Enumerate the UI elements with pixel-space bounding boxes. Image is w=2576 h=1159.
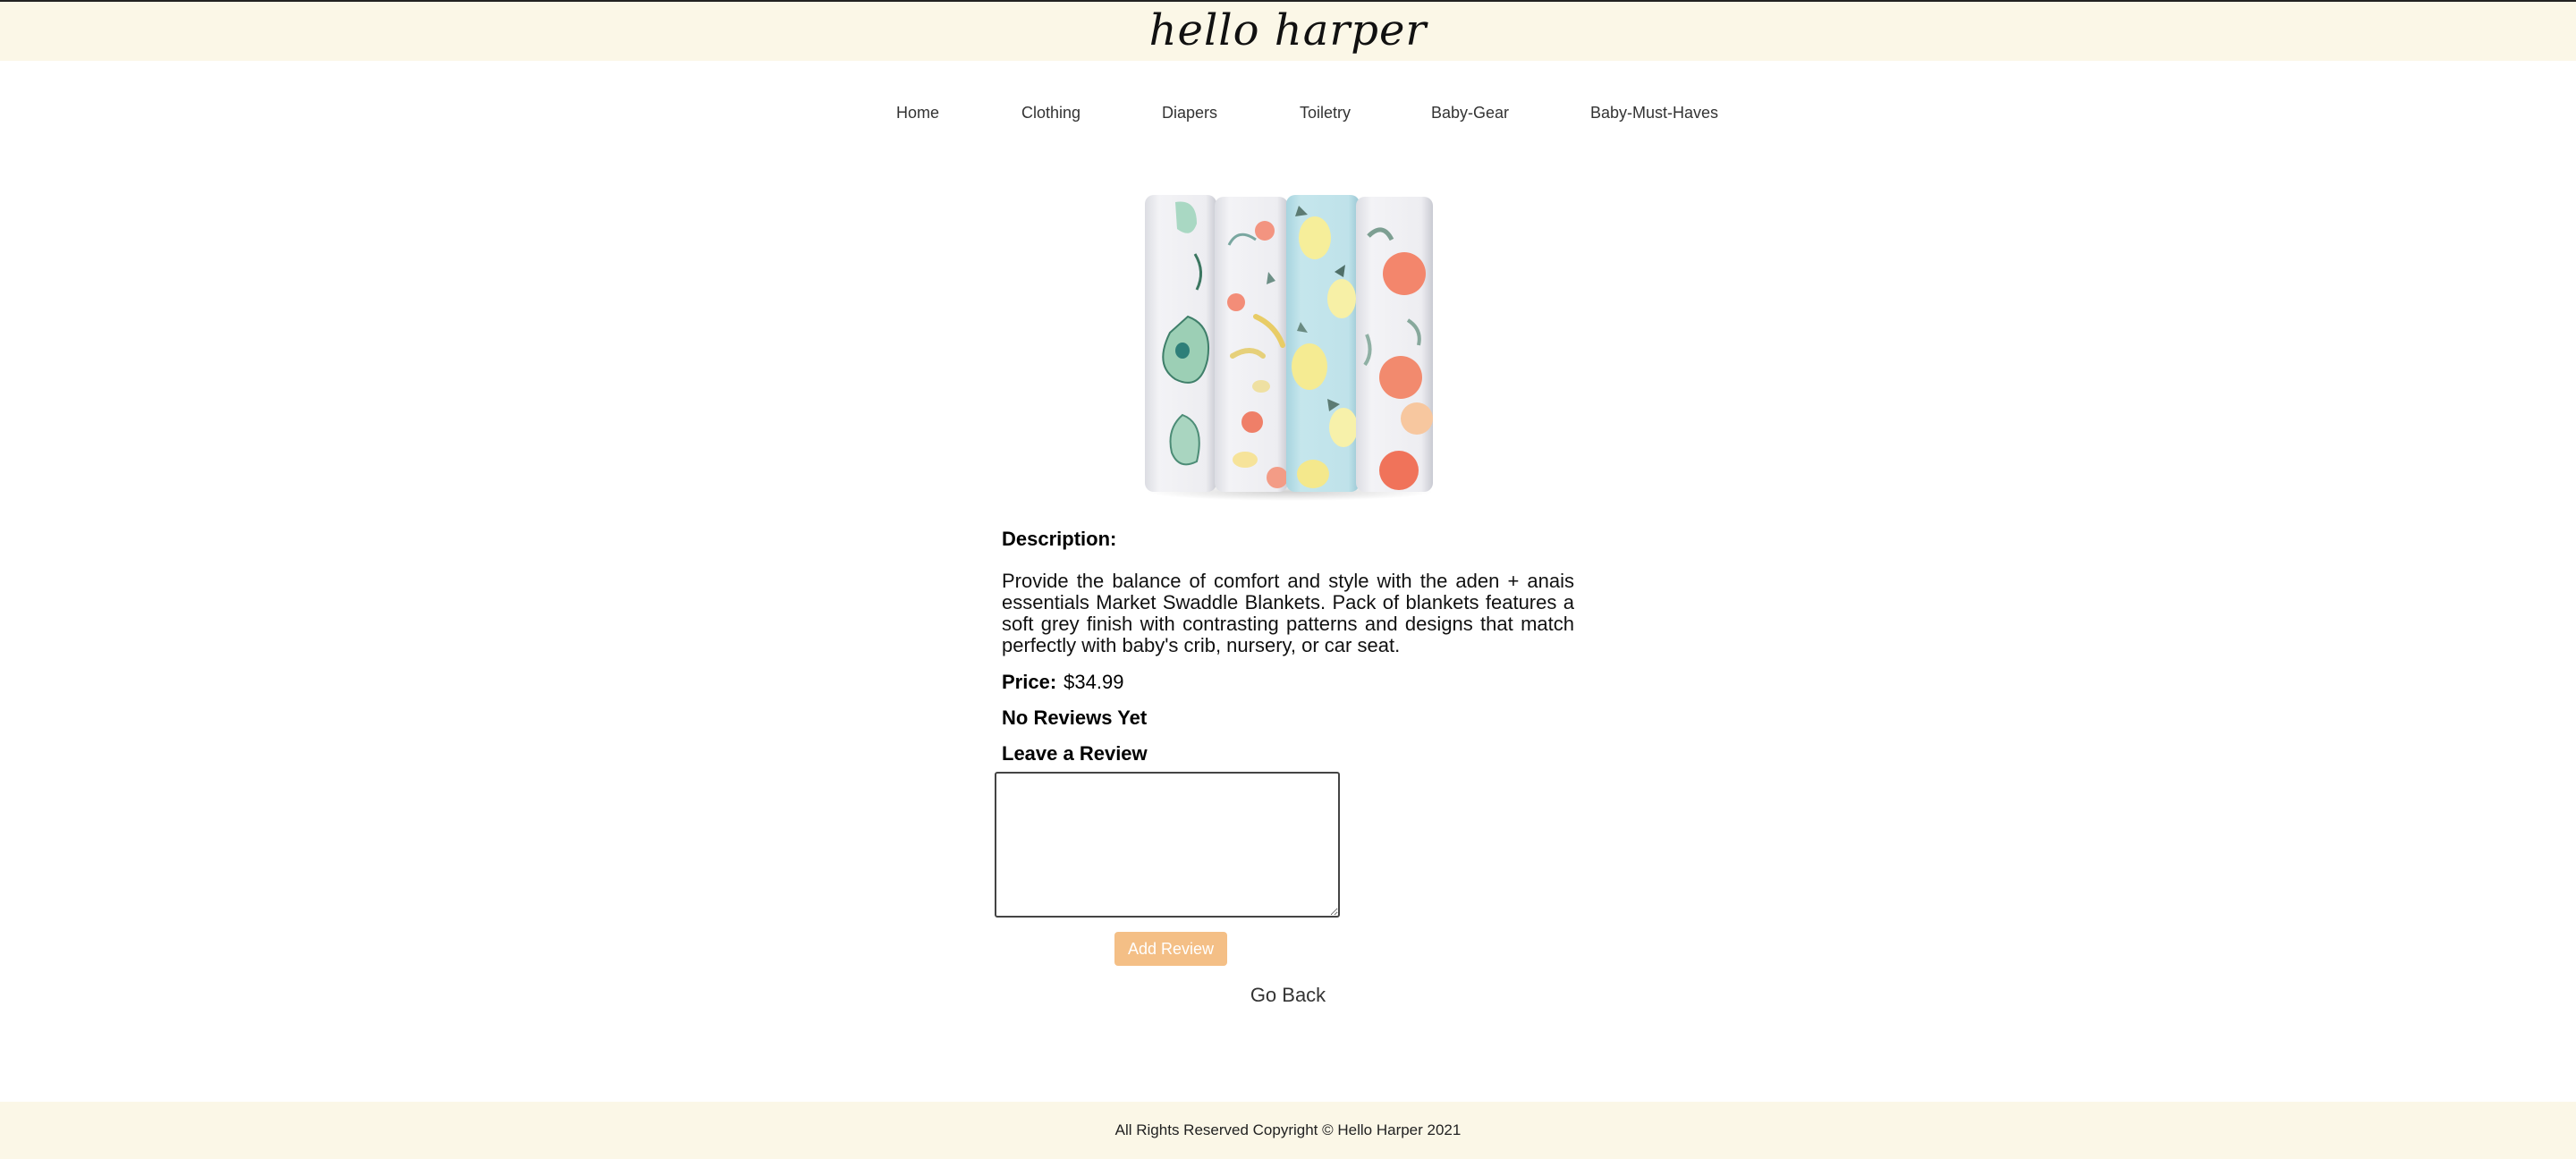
nav-item-baby-gear[interactable]: Baby-Gear	[1431, 97, 1509, 129]
price-row: Price: $34.99	[1002, 671, 1574, 694]
product-description: Provide the balance of comfort and style…	[1002, 570, 1574, 656]
nav-item-toiletry[interactable]: Toiletry	[1300, 97, 1351, 129]
footer-copyright: All Rights Reserved Copyright © Hello Ha…	[1114, 1121, 1462, 1138]
price-label: Price:	[1002, 671, 1057, 693]
add-review-button[interactable]: Add Review	[1114, 932, 1227, 966]
go-back-link[interactable]: Go Back	[1250, 984, 1326, 1006]
product-details: Description: Provide the balance of comf…	[1002, 528, 1574, 766]
product-image	[1145, 195, 1433, 501]
price-value: $34.99	[1063, 671, 1124, 693]
nav-item-clothing[interactable]: Clothing	[1021, 97, 1080, 129]
nav-item-home[interactable]: Home	[896, 97, 939, 129]
nav-item-baby-must-haves[interactable]: Baby-Must-Haves	[1590, 97, 1718, 129]
reviews-status: No Reviews Yet	[1002, 706, 1148, 729]
review-textarea[interactable]	[995, 772, 1340, 918]
site-logo[interactable]: hello harper	[0, 4, 2576, 57]
leave-review-heading: Leave a Review	[1002, 742, 1148, 765]
go-back-container: Go Back	[0, 982, 2576, 1009]
main-nav: Home Clothing Diapers Toiletry Baby-Gear…	[0, 97, 2576, 129]
site-footer: All Rights Reserved Copyright © Hello Ha…	[0, 1102, 2576, 1159]
nav-item-diapers[interactable]: Diapers	[1162, 97, 1217, 129]
description-heading: Description:	[1002, 528, 1117, 550]
site-header: hello harper	[0, 0, 2576, 61]
